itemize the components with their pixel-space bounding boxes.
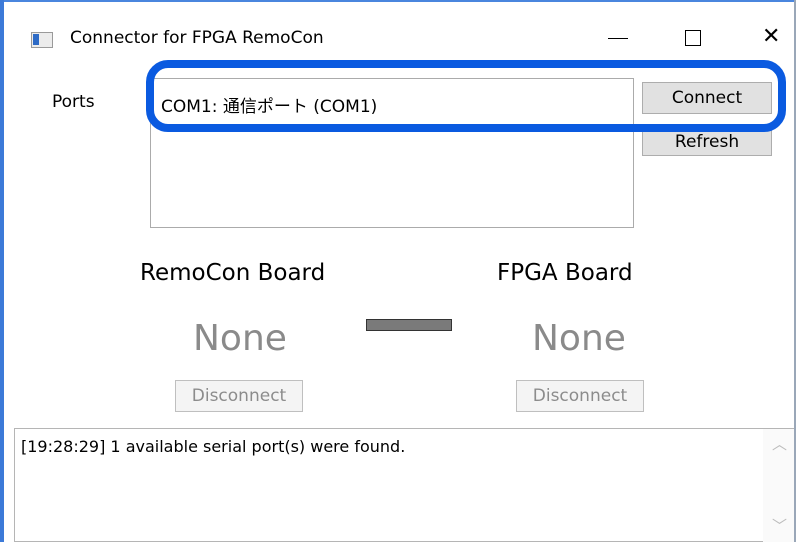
log-scrollbar[interactable]: ︿ ﹀ bbox=[763, 429, 794, 542]
scroll-up-icon[interactable]: ︿ bbox=[772, 433, 787, 454]
remocon-disconnect-button[interactable]: Disconnect bbox=[175, 380, 303, 412]
refresh-button[interactable]: Refresh bbox=[642, 126, 772, 156]
remocon-status: None bbox=[193, 318, 287, 359]
window-title: Connector for FPGA RemoCon bbox=[70, 28, 324, 48]
fpga-disconnect-button[interactable]: Disconnect bbox=[516, 380, 644, 412]
connection-indicator bbox=[366, 319, 452, 331]
maximize-icon bbox=[685, 30, 701, 46]
title-bar[interactable]: Connector for FPGA RemoCon ✕ bbox=[4, 2, 794, 64]
close-button[interactable]: ✕ bbox=[750, 20, 796, 56]
remocon-board-title: RemoCon Board bbox=[140, 260, 326, 286]
app-window-icon bbox=[31, 32, 53, 48]
minimize-icon bbox=[608, 38, 628, 39]
fpga-status: None bbox=[532, 318, 626, 359]
ports-label: Ports bbox=[52, 92, 95, 112]
fpga-board-title: FPGA Board bbox=[497, 260, 633, 286]
minimize-button[interactable] bbox=[594, 20, 640, 56]
maximize-button[interactable] bbox=[668, 20, 714, 56]
connect-button[interactable]: Connect bbox=[642, 82, 772, 114]
port-list-item[interactable]: COM1: 通信ポート (COM1) bbox=[161, 92, 377, 117]
log-textbox[interactable]: [19:28:29] 1 available serial port(s) we… bbox=[14, 428, 794, 542]
scroll-down-icon[interactable]: ﹀ bbox=[772, 515, 787, 536]
window-border-left bbox=[0, 0, 4, 542]
close-icon: ✕ bbox=[762, 24, 781, 49]
log-line: [19:28:29] 1 available serial port(s) we… bbox=[21, 437, 406, 456]
ports-listbox[interactable]: COM1: 通信ポート (COM1) bbox=[150, 78, 634, 228]
